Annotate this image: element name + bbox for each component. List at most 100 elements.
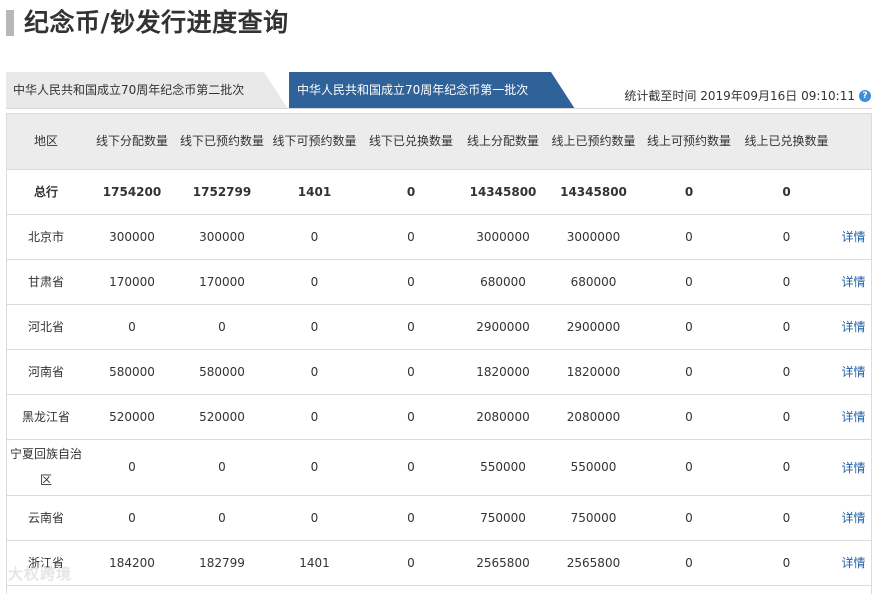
stat-time: 统计截至时间 2019年09月16日 09:10:11 ?: [624, 87, 871, 104]
detail-link[interactable]: 详情: [841, 410, 865, 424]
table-cell: 0: [266, 259, 363, 305]
col-header: 线上分配数量: [459, 113, 547, 170]
table-cell: 0: [640, 214, 738, 260]
table-cell: 详情: [835, 394, 872, 440]
col-header: 线下分配数量: [86, 113, 178, 170]
col-header: 线上已预约数量: [547, 113, 640, 170]
table-cell: 0: [178, 304, 266, 350]
table-cell: 2080000: [547, 394, 640, 440]
tab-batch-1[interactable]: 中华人民共和国成立70周年纪念币第一批次: [289, 72, 575, 109]
table-cell: 300000: [178, 214, 266, 260]
col-header: 线上可预约数量: [640, 113, 738, 170]
detail-link[interactable]: 详情: [841, 556, 865, 570]
table-cell: 170000: [178, 259, 266, 305]
table-cell: 河南省: [6, 349, 86, 395]
table-cell: 0: [363, 349, 459, 395]
table-row: 宁夏回族自治区 0 0 0 0 550000 550000 0 0 详情: [6, 439, 872, 496]
col-header: 地区: [6, 113, 86, 170]
watermark: 大权跨境: [8, 565, 73, 583]
detail-link[interactable]: 详情: [841, 511, 865, 525]
table-cell: 0: [363, 439, 459, 496]
table-cell: 宁夏回族自治区: [6, 439, 86, 496]
table-cell: 0: [266, 495, 363, 541]
table-cell: 550000: [547, 439, 640, 496]
table-cell: 0: [738, 495, 835, 541]
table-cell: 2080000: [459, 394, 547, 440]
table-cell: 0: [266, 394, 363, 440]
table-cell: 0: [266, 304, 363, 350]
col-header: 线下已预约数量: [178, 113, 266, 170]
title-accent-bar: [6, 10, 14, 36]
table-cell: 184200: [86, 540, 178, 586]
table-cell: 详情: [835, 495, 872, 541]
col-header: [835, 113, 872, 170]
detail-link[interactable]: 详情: [841, 275, 865, 289]
table-cell: 0: [738, 259, 835, 305]
table-cell: 0: [178, 439, 266, 496]
table-cell: 1752799: [178, 169, 266, 215]
table-cell: 详情: [835, 259, 872, 305]
table-cell: 2565800: [459, 540, 547, 586]
table-cell: 0: [640, 259, 738, 305]
table-cell: [835, 169, 872, 215]
table-cell: 1820000: [459, 349, 547, 395]
table-cell: 甘肃省: [6, 259, 86, 305]
table-cell: 300000: [86, 214, 178, 260]
table-cell: 0: [640, 349, 738, 395]
table-cell: 2565800: [547, 540, 640, 586]
stat-time-text: 统计截至时间 2019年09月16日 09:10:11: [624, 89, 855, 103]
table-cell: 0: [738, 214, 835, 260]
progress-table: 地区 线下分配数量 线下已预约数量 线下可预约数量 线下已兑换数量 线上分配数量…: [6, 113, 872, 586]
table-cell: 0: [178, 495, 266, 541]
table-row-total: 总行 1754200 1752799 1401 0 14345800 14345…: [6, 169, 872, 215]
table-cell: 1401: [266, 540, 363, 586]
table-cell: 750000: [459, 495, 547, 541]
detail-link[interactable]: 详情: [841, 230, 865, 244]
table-cell: 1754200: [86, 169, 178, 215]
table-cell: 1820000: [547, 349, 640, 395]
table-cell: 750000: [547, 495, 640, 541]
table-cell: 2900000: [459, 304, 547, 350]
table-cell: 详情: [835, 540, 872, 586]
table-cell: 550000: [459, 439, 547, 496]
table-cell: 0: [363, 214, 459, 260]
table-cell: 0: [640, 304, 738, 350]
table-cell: 1401: [266, 169, 363, 215]
table-cell: 0: [640, 540, 738, 586]
table-cell: 0: [738, 439, 835, 496]
detail-link[interactable]: 详情: [841, 365, 865, 379]
table-cell: 0: [738, 394, 835, 440]
table-cell: 14345800: [459, 169, 547, 215]
tab-batch-2[interactable]: 中华人民共和国成立70周年纪念币第二批次: [6, 72, 288, 109]
table-row: 浙江省 184200 182799 1401 0 2565800 2565800…: [6, 540, 872, 586]
table-cell: 0: [363, 495, 459, 541]
table-cell: 0: [640, 495, 738, 541]
table-cell: 0: [738, 540, 835, 586]
table-cell: 黑龙江省: [6, 394, 86, 440]
table-cell: 北京市: [6, 214, 86, 260]
detail-link[interactable]: 详情: [841, 461, 865, 475]
table-cell: 0: [86, 495, 178, 541]
table-cell: 0: [738, 304, 835, 350]
table-cell: 520000: [86, 394, 178, 440]
table-cell: 0: [86, 304, 178, 350]
table-cell: 河北省: [6, 304, 86, 350]
tabs-divider: [6, 108, 872, 109]
table-cell: 0: [363, 169, 459, 215]
help-icon[interactable]: ?: [859, 89, 871, 102]
table-row: 河南省 580000 580000 0 0 1820000 1820000 0 …: [6, 349, 872, 395]
table-cell: 3000000: [547, 214, 640, 260]
table-row: 甘肃省 170000 170000 0 0 680000 680000 0 0 …: [6, 259, 872, 305]
table-cell: 580000: [86, 349, 178, 395]
table-row: 河北省 0 0 0 0 2900000 2900000 0 0 详情: [6, 304, 872, 350]
table-cell: 总行: [6, 169, 86, 215]
table-cell: 0: [738, 169, 835, 215]
table-cell: 680000: [547, 259, 640, 305]
table-row: 北京市 300000 300000 0 0 3000000 3000000 0 …: [6, 214, 872, 260]
table-cell: 云南省: [6, 495, 86, 541]
table-cell: 14345800: [547, 169, 640, 215]
table-row: 黑龙江省 520000 520000 0 0 2080000 2080000 0…: [6, 394, 872, 440]
table-cell: 0: [363, 394, 459, 440]
detail-link[interactable]: 详情: [841, 320, 865, 334]
table-cell: 详情: [835, 439, 872, 496]
